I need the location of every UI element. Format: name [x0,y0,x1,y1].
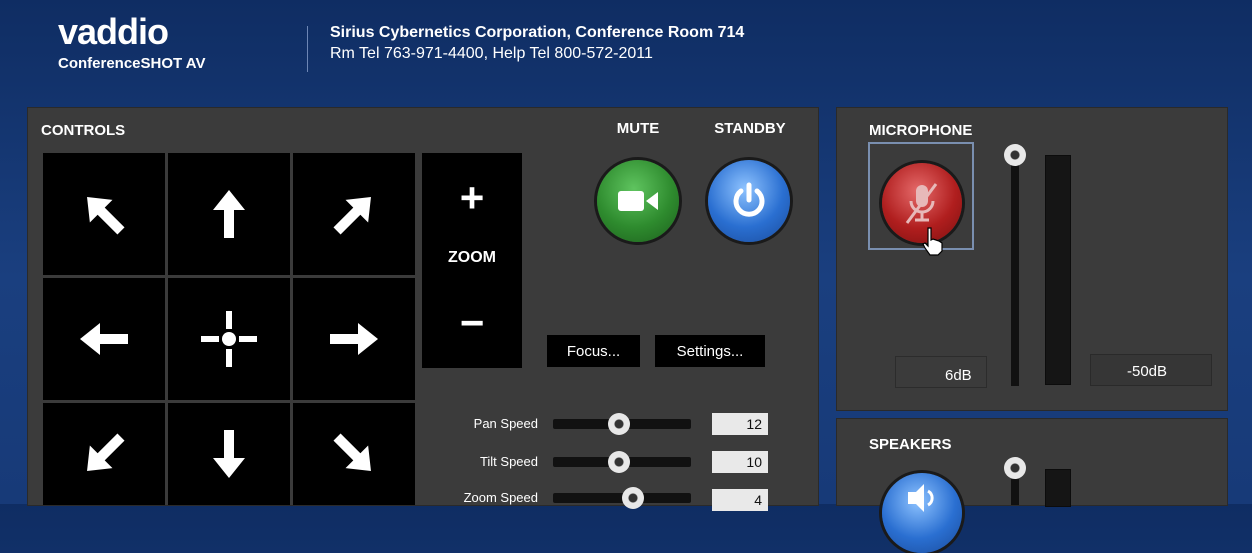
standby-button[interactable] [708,160,790,242]
tilt-speed-value[interactable]: 10 [712,451,768,473]
zoom-speed-slider-knob[interactable] [622,487,645,509]
mic-gain-box [895,356,987,388]
zoom-in-button[interactable]: + [422,163,522,233]
vaddio-logo: vaddio [58,11,169,52]
speakers-title: SPEAKERS [869,436,952,453]
mute-label: MUTE [616,120,660,137]
mic-level-meter [1045,155,1071,385]
zoom-control: + ZOOM − [422,153,522,368]
pan-tilt-down-right-button[interactable] [293,403,415,505]
crosshair-icon [201,311,257,367]
power-icon [733,182,765,217]
header-divider [307,26,308,72]
settings-button[interactable]: Settings... [655,335,765,367]
speaker-volume-slider[interactable] [1011,479,1019,505]
video-mute-button[interactable] [597,160,679,242]
speakers-panel: SPEAKERS [836,418,1228,553]
speaker-level-meter [1045,469,1071,507]
mic-meter-value: -50dB [1127,363,1168,380]
microphone-title: MICROPHONE [869,122,973,139]
home-button[interactable] [168,278,290,400]
hand-cursor-icon [922,227,943,256]
speaker-volume-slider-knob[interactable] [1004,457,1026,479]
product-name: ConferenceSHOT AV [58,55,206,72]
arrow-down-icon [213,430,245,478]
speaker-mute-button[interactable] [882,473,962,553]
standby-label: STANDBY [714,120,786,137]
pan-right-button[interactable] [293,278,415,400]
speaker-icon [908,484,934,512]
focus-button[interactable]: Focus... [547,335,640,367]
tilt-down-button[interactable] [168,403,290,505]
zoom-out-button[interactable]: − [422,288,522,358]
zoom-label: ZOOM [448,249,496,266]
room-phone-info: Rm Tel 763-971-4400, Help Tel 800-572-20… [330,45,653,62]
tilt-speed-slider-knob[interactable] [608,451,631,473]
pan-speed-value[interactable]: 12 [712,413,768,435]
pan-speed-label: Pan Speed [473,416,538,431]
pan-left-button[interactable] [43,278,165,400]
arrow-up-right-icon [333,197,371,235]
mic-gain-slider[interactable] [1011,148,1019,386]
room-name: Sirius Cybernetics Corporation, Conferen… [330,24,745,41]
arrow-down-left-icon [87,433,125,471]
pan-tilt-up-right-button[interactable] [293,153,415,275]
pan-tilt-up-left-button[interactable] [43,153,165,275]
arrow-up-icon [213,190,245,238]
pan-tilt-down-left-button[interactable] [43,403,165,505]
controls-panel: CONTROLS + ZOOM − MUTE STANDBY Focus... … [27,107,819,511]
pan-speed-slider-knob[interactable] [608,413,631,435]
video-camera-icon [618,191,658,211]
arrow-up-left-icon [87,197,125,235]
zoom-speed-value[interactable]: 4 [712,489,768,511]
mic-muted-icon [905,183,938,224]
arrow-right-icon [330,323,378,355]
zoom-speed-label: Zoom Speed [463,490,538,505]
arrow-left-icon [80,323,128,355]
mic-gain-slider-knob[interactable] [1004,144,1026,166]
tilt-speed-label: Tilt Speed [479,454,538,469]
controls-title: CONTROLS [41,122,126,139]
tilt-up-button[interactable] [168,153,290,275]
microphone-panel: MICROPHONE 6dB -50dB [836,107,1228,411]
mic-gain-value: 6dB [945,367,972,384]
arrow-down-right-icon [333,433,371,471]
